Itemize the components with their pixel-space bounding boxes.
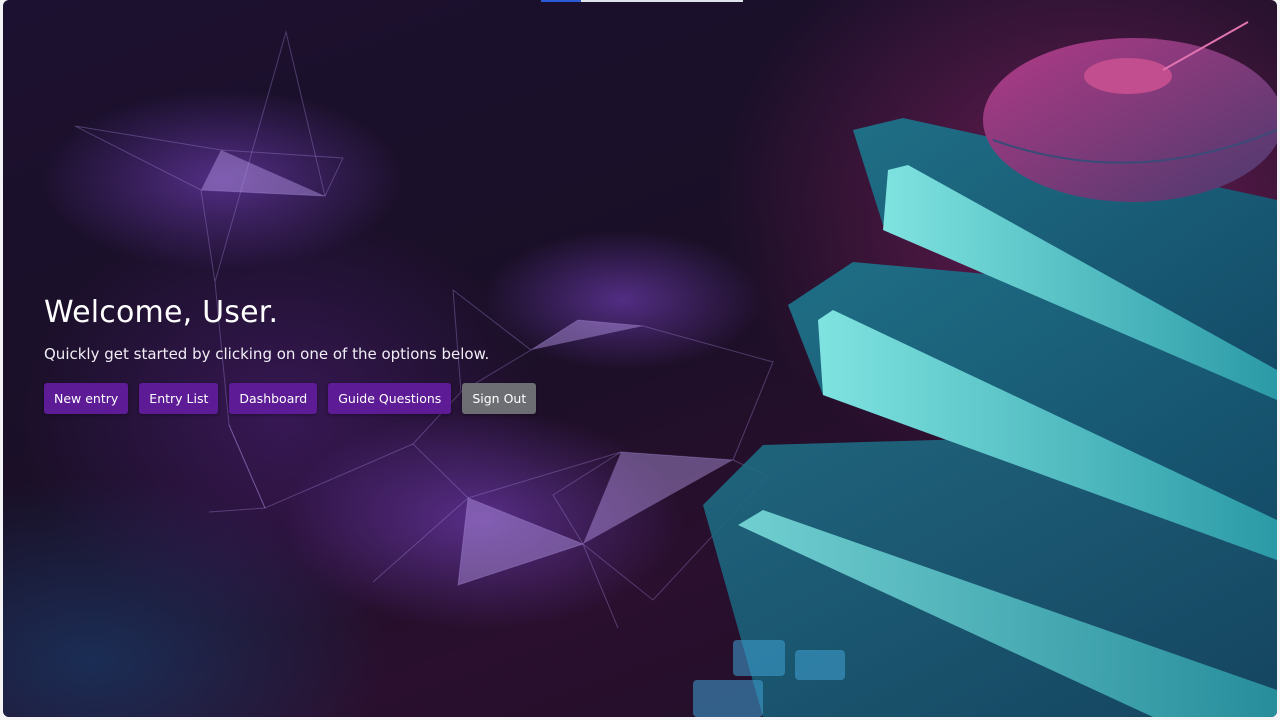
welcome-hero: Welcome, User. Quickly get started by cl… <box>44 294 664 414</box>
sign-out-button[interactable]: Sign Out <box>462 383 537 414</box>
page-title: Welcome, User. <box>44 295 279 330</box>
hero-background: Welcome, User. Quickly get started by cl… <box>3 0 1277 717</box>
dashboard-button[interactable]: Dashboard <box>229 383 318 414</box>
entry-list-button[interactable]: Entry List <box>139 383 219 414</box>
guide-questions-button[interactable]: Guide Questions <box>328 383 452 414</box>
new-entry-button[interactable]: New entry <box>44 383 129 414</box>
page-subtitle: Quickly get started by clicking on one o… <box>44 345 490 363</box>
action-buttons: New entry Entry List Dashboard Guide Que… <box>44 383 664 414</box>
